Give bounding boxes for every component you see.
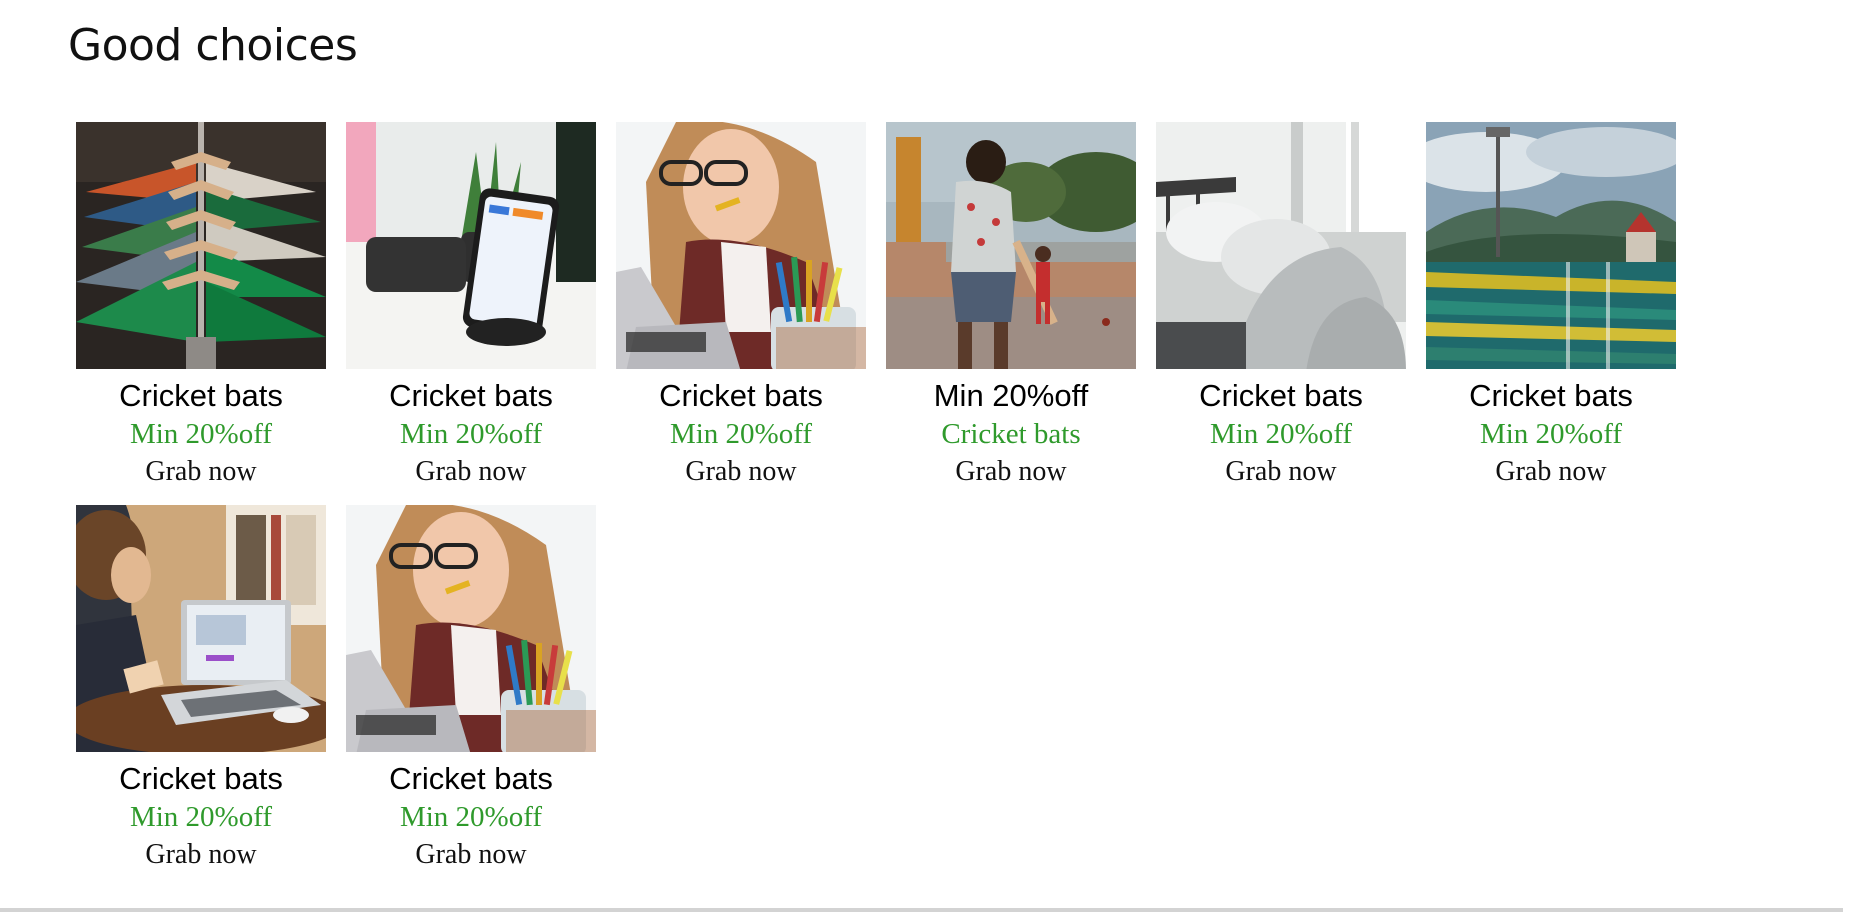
product-card[interactable]: Cricket bats Min 20%off Grab now bbox=[76, 122, 326, 491]
card-title: Cricket bats bbox=[389, 761, 553, 796]
grab-now-link[interactable]: Grab now bbox=[415, 836, 526, 874]
grab-now-link[interactable]: Grab now bbox=[145, 453, 256, 491]
card-discount: Min 20%off bbox=[399, 418, 543, 450]
product-card[interactable]: Cricket bats Min 20%off Grab now bbox=[1426, 122, 1676, 491]
card-discount: Min 20%off bbox=[399, 801, 543, 833]
cricket-stadium-photo[interactable] bbox=[1426, 122, 1676, 369]
card-discount: Min 20%off bbox=[129, 801, 273, 833]
woman-laptop-pencils-photo[interactable] bbox=[346, 505, 596, 752]
card-title: Min 20%off bbox=[933, 378, 1089, 413]
section-title: Good choices bbox=[68, 20, 358, 71]
product-grid: Cricket bats Min 20%off Grab now Cricket… bbox=[76, 122, 1676, 874]
product-card[interactable]: Cricket bats Min 20%off Grab now bbox=[346, 505, 596, 874]
card-discount: Min 20%off bbox=[129, 418, 273, 450]
page: Good choices Cricket bats Min 20%off Gra… bbox=[0, 0, 1867, 912]
product-card[interactable]: Cricket bats Min 20%off Grab now bbox=[76, 505, 326, 874]
card-title: Cricket bats bbox=[119, 761, 283, 796]
product-card[interactable]: Cricket bats Min 20%off Grab now bbox=[616, 122, 866, 491]
grab-now-link[interactable]: Grab now bbox=[685, 453, 796, 491]
product-card[interactable]: Cricket bats Min 20%off Grab now bbox=[1156, 122, 1406, 491]
horizontal-scrollbar[interactable] bbox=[0, 908, 1843, 912]
bedroom-pillows-photo[interactable] bbox=[1156, 122, 1406, 369]
product-card[interactable]: Cricket bats Min 20%off Grab now bbox=[346, 122, 596, 491]
grab-now-link[interactable]: Grab now bbox=[415, 453, 526, 491]
grab-now-link[interactable]: Grab now bbox=[1225, 453, 1336, 491]
person-laptop-desk-photo[interactable] bbox=[76, 505, 326, 752]
woman-laptop-pencils-photo[interactable] bbox=[616, 122, 866, 369]
card-title: Cricket bats bbox=[659, 378, 823, 413]
card-title: Cricket bats bbox=[119, 378, 283, 413]
boy-playing-cricket-photo[interactable] bbox=[886, 122, 1136, 369]
card-discount: Min 20%off bbox=[1209, 418, 1353, 450]
product-card[interactable]: Min 20%off Cricket bats Grab now bbox=[886, 122, 1136, 491]
grab-now-link[interactable]: Grab now bbox=[145, 836, 256, 874]
grab-now-link[interactable]: Grab now bbox=[1495, 453, 1606, 491]
clothes-rack-photo[interactable] bbox=[76, 122, 326, 369]
card-title: Cricket bats bbox=[1199, 378, 1363, 413]
phone-charger-desk-photo[interactable] bbox=[346, 122, 596, 369]
card-title: Cricket bats bbox=[1469, 378, 1633, 413]
card-discount: Min 20%off bbox=[669, 418, 813, 450]
card-discount: Cricket bats bbox=[941, 418, 1081, 450]
grab-now-link[interactable]: Grab now bbox=[955, 453, 1066, 491]
card-title: Cricket bats bbox=[389, 378, 553, 413]
card-discount: Min 20%off bbox=[1479, 418, 1623, 450]
